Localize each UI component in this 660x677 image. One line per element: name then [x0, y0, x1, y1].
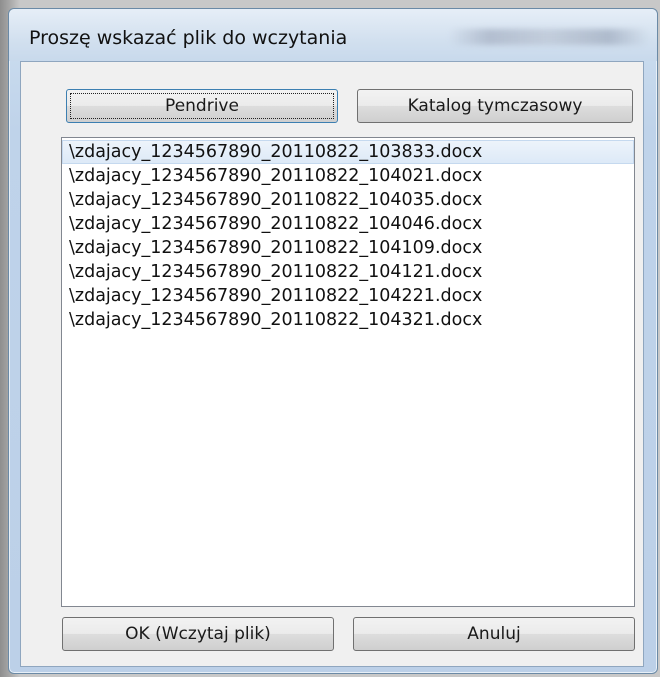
window-title: Proszę wskazać plik do wczytania	[29, 27, 348, 49]
file-select-dialog: Proszę wskazać plik do wczytania Pendriv…	[8, 8, 658, 674]
ok-button-label: OK (Wczytaj plik)	[125, 624, 271, 644]
temp-directory-button[interactable]: Katalog tymczasowy	[357, 89, 633, 123]
file-list-item[interactable]: \zdajacy_1234567890_20110822_104021.docx	[62, 164, 634, 188]
file-list-item[interactable]: \zdajacy_1234567890_20110822_104035.docx	[62, 188, 634, 212]
file-list-item[interactable]: \zdajacy_1234567890_20110822_103833.docx	[62, 140, 634, 164]
file-list-item[interactable]: \zdajacy_1234567890_20110822_104321.docx	[62, 308, 634, 332]
title-bar-blur	[449, 29, 649, 45]
file-list-item[interactable]: \zdajacy_1234567890_20110822_104221.docx	[62, 284, 634, 308]
temp-directory-button-label: Katalog tymczasowy	[407, 96, 583, 116]
file-list-item[interactable]: \zdajacy_1234567890_20110822_104046.docx	[62, 212, 634, 236]
pendrive-button-label: Pendrive	[165, 96, 239, 116]
dialog-client-area: Pendrive Katalog tymczasowy \zdajacy_123…	[20, 61, 644, 667]
file-list-item[interactable]: \zdajacy_1234567890_20110822_104121.docx	[62, 260, 634, 284]
ok-load-file-button[interactable]: OK (Wczytaj plik)	[62, 617, 334, 651]
title-bar[interactable]: Proszę wskazać plik do wczytania	[9, 9, 657, 61]
cancel-button[interactable]: Anuluj	[353, 617, 635, 651]
pendrive-button[interactable]: Pendrive	[66, 89, 338, 123]
file-list[interactable]: \zdajacy_1234567890_20110822_103833.docx…	[61, 137, 635, 607]
cancel-button-label: Anuluj	[467, 624, 521, 644]
file-list-item[interactable]: \zdajacy_1234567890_20110822_104109.docx	[62, 236, 634, 260]
